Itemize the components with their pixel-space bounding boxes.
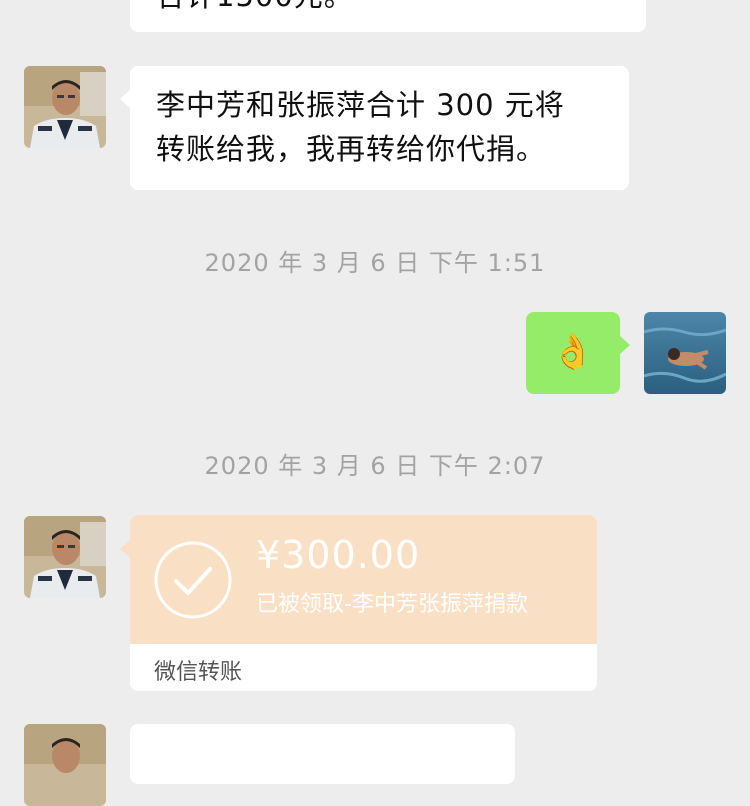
- transfer-label: 微信转账: [154, 660, 243, 685]
- transfer-card-footer: 微信转账: [130, 644, 597, 691]
- ok-hand-emoji: 👌: [551, 332, 595, 372]
- transfer-card-header: ¥300.00 已被领取-李中芳张振萍捐款: [130, 515, 597, 644]
- message-text-1: 合计1500元。: [156, 0, 354, 18]
- self-avatar[interactable]: [644, 312, 726, 394]
- timestamp-2: 2020 年 3 月 6 日 下午 2:07: [204, 452, 546, 480]
- message-text-2-line-2: 转账给我，我再转给你代捐。: [156, 132, 547, 166]
- uniformed-man-avatar-icon: [24, 516, 106, 598]
- message-bubble-2[interactable]: 李中芳和张振萍合计 300 元将 转账给我，我再转给你代捐。: [130, 66, 629, 190]
- contact-avatar[interactable]: [24, 66, 106, 148]
- contact-avatar[interactable]: [24, 516, 106, 598]
- message-bubble-self[interactable]: 👌: [526, 312, 620, 394]
- transfer-status: 已被领取-李中芳张振萍捐款: [256, 592, 528, 617]
- wechat-transfer-card[interactable]: ¥300.00 已被领取-李中芳张振萍捐款 微信转账: [130, 515, 597, 691]
- bubble-tail-self: [620, 336, 630, 354]
- transfer-amount: ¥300.00: [256, 533, 421, 577]
- message-text-2-line-1: 李中芳和张振萍合计 300 元将: [156, 88, 565, 122]
- message-bubble-1[interactable]: 合计1500元。: [130, 0, 646, 32]
- bubble-tail: [120, 540, 130, 558]
- timestamp-1: 2020 年 3 月 6 日 下午 1:51: [204, 249, 546, 277]
- uniformed-man-avatar-icon: [24, 66, 106, 148]
- bubble-tail: [120, 90, 130, 108]
- message-bubble-partial[interactable]: [130, 724, 515, 784]
- check-circle-icon: [154, 541, 232, 619]
- swimmer-avatar-icon: [644, 312, 726, 394]
- uniformed-man-avatar-icon: [24, 724, 106, 806]
- contact-avatar[interactable]: [24, 724, 106, 806]
